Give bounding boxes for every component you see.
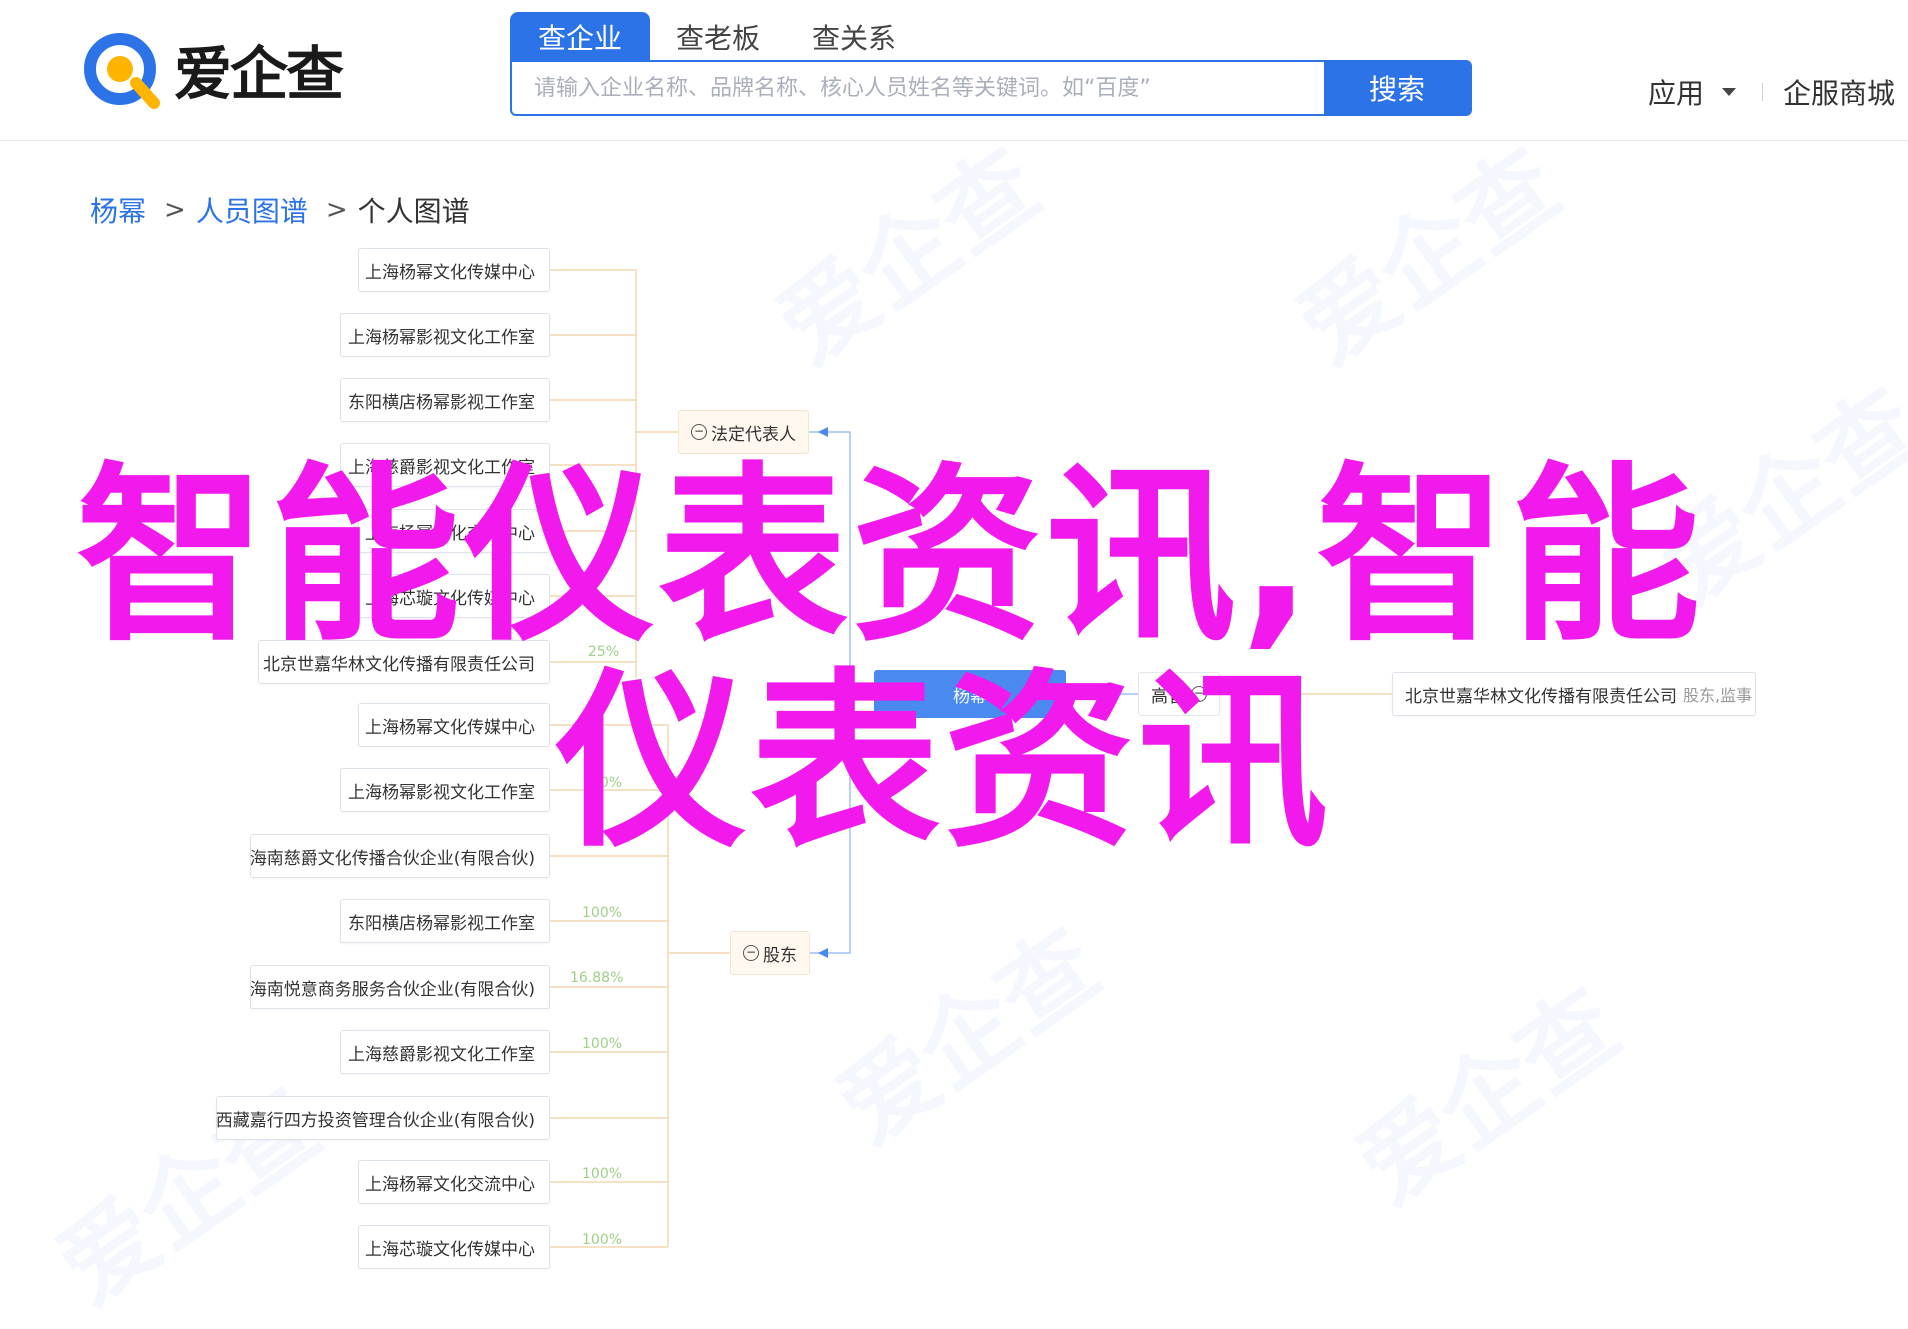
company-node[interactable]: 上海杨幂文化传媒中心 bbox=[358, 703, 550, 747]
share-percent: 16.88% bbox=[570, 970, 624, 986]
collapse-icon[interactable]: − bbox=[743, 945, 759, 961]
role-tags: 股东,监事 bbox=[1683, 686, 1753, 705]
company-node[interactable]: 上海芯璇文化传媒中心 bbox=[358, 1225, 550, 1269]
company-node[interactable]: 上海杨幂影视文化工作室 bbox=[340, 768, 550, 812]
company-node[interactable]: 海南悦意商务服务合伙企业(有限合伙) bbox=[250, 965, 550, 1009]
company-node[interactable]: 上海杨幂文化传媒中心 bbox=[358, 248, 550, 292]
executive-company-node[interactable]: 北京世嘉华林文化传播有限责任公司 股东,监事 bbox=[1392, 672, 1756, 716]
share-percent: 100% bbox=[582, 1036, 623, 1052]
share-percent: 100% bbox=[582, 1232, 623, 1248]
company-node[interactable]: 上海慈爵影视文化工作室 bbox=[340, 1030, 550, 1074]
arrow-left-icon bbox=[818, 427, 828, 437]
company-node[interactable]: 东阳横店杨幂影视工作室 bbox=[340, 899, 550, 943]
overlay-headline-line1: 智能仪表资讯,智能 bbox=[76, 446, 1705, 667]
category-label: 股东 bbox=[763, 945, 797, 966]
share-percent: 100% bbox=[582, 1166, 623, 1182]
company-node[interactable]: 东阳横店杨幂影视工作室 bbox=[340, 378, 550, 422]
arrow-left-icon bbox=[818, 948, 828, 958]
company-node[interactable]: 海南慈爵文化传播合伙企业(有限合伙) bbox=[250, 834, 550, 878]
collapse-icon[interactable]: − bbox=[691, 424, 707, 440]
company-node[interactable]: 上海杨幂影视文化工作室 bbox=[340, 313, 550, 357]
category-shareholder[interactable]: − 股东 bbox=[730, 931, 810, 975]
company-name: 北京世嘉华林文化传播有限责任公司 bbox=[1405, 686, 1677, 707]
company-node[interactable]: 西藏嘉行四方投资管理合伙企业(有限合伙) bbox=[216, 1096, 550, 1140]
category-label: 法定代表人 bbox=[711, 424, 796, 445]
company-node[interactable]: 上海杨幂文化交流中心 bbox=[358, 1160, 550, 1204]
overlay-headline-line2: 仪表资讯 bbox=[556, 652, 1333, 873]
share-percent: 100% bbox=[582, 905, 623, 921]
